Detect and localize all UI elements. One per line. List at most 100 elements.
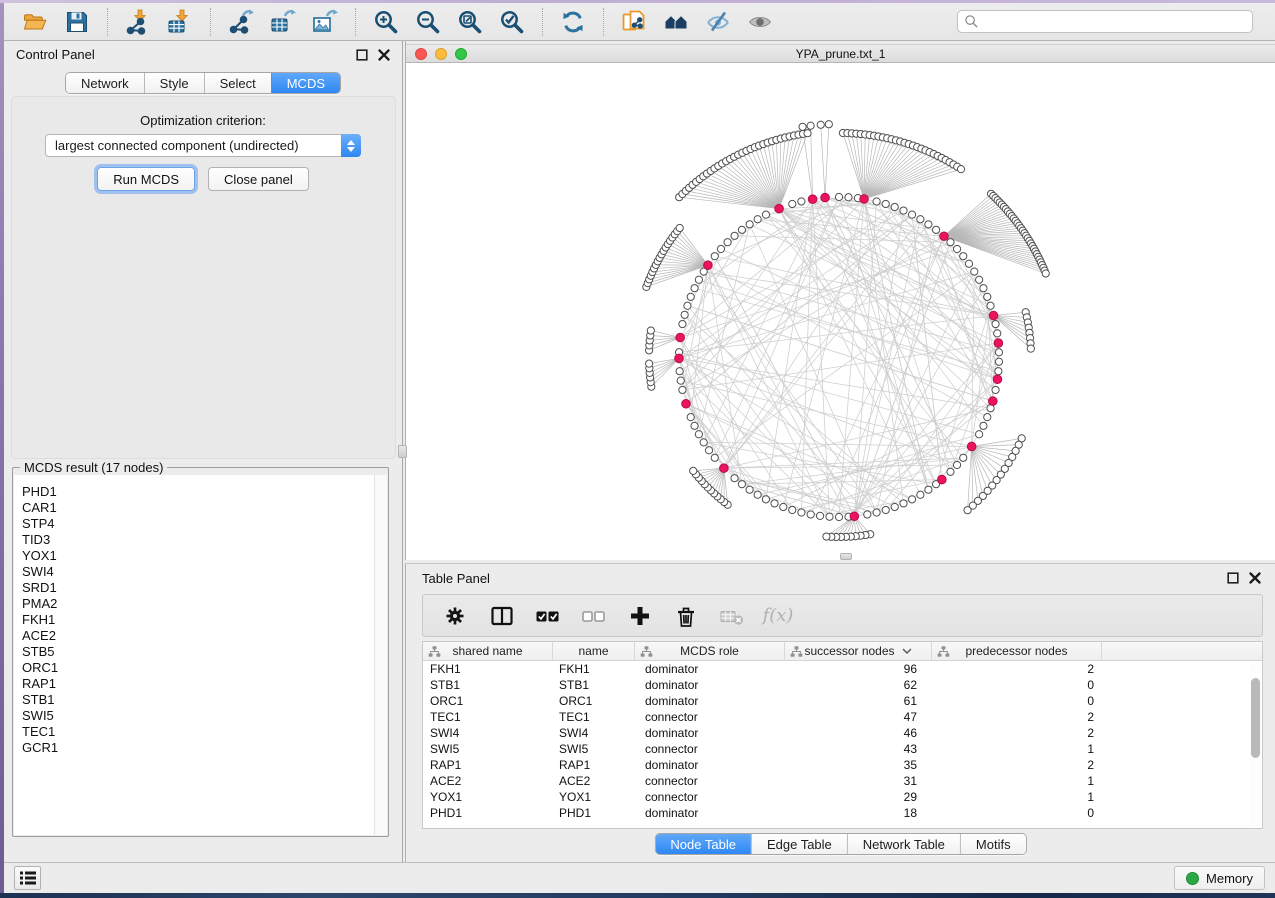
table-scrollbar-thumb[interactable] <box>1251 678 1260 758</box>
window-maximize-light[interactable] <box>455 48 467 60</box>
table-row[interactable]: RAP1RAP1dominator352 <box>423 757 1262 773</box>
tab-network[interactable]: Network <box>66 73 144 93</box>
close-panel-icon[interactable] <box>377 48 390 61</box>
horizontal-splitter-grip[interactable] <box>840 553 852 560</box>
result-list-scrollbar[interactable] <box>374 475 387 835</box>
search-box[interactable] <box>957 10 1253 33</box>
open-file-button[interactable] <box>19 7 51 37</box>
mcds-result-item[interactable]: STP4 <box>14 516 387 532</box>
mcds-result-item[interactable]: TEC1 <box>14 724 387 740</box>
column-header-predecessor-nodes[interactable]: predecessor nodes <box>932 642 1102 660</box>
zoom-out-button[interactable] <box>412 7 444 37</box>
tab-mcds[interactable]: MCDS <box>271 73 340 93</box>
table-cell: 18 <box>785 805 932 821</box>
ring-node <box>925 221 932 228</box>
mcds-result-item[interactable]: CAR1 <box>14 500 387 516</box>
duplicate-network-button[interactable] <box>618 7 650 37</box>
mcds-hub-node <box>704 261 713 270</box>
table-cell: connector <box>635 709 785 725</box>
mcds-result-item[interactable]: STB5 <box>14 644 387 660</box>
column-visibility-button[interactable] <box>485 599 519 633</box>
table-row[interactable]: STB1STB1dominator620 <box>423 677 1262 693</box>
ring-node <box>738 226 745 233</box>
ring-node <box>789 506 796 513</box>
tab-network-table[interactable]: Network Table <box>847 834 960 854</box>
column-header-successor-nodes[interactable]: successor nodes <box>785 642 932 660</box>
delete-column-button[interactable] <box>669 599 703 633</box>
column-header-MCDS-role[interactable]: MCDS role <box>635 642 785 660</box>
criterion-selected-value: largest connected component (undirected) <box>46 138 341 153</box>
create-column-button[interactable] <box>623 599 657 633</box>
table-scrollbar[interactable] <box>1250 662 1261 826</box>
window-close-light[interactable] <box>415 48 427 60</box>
table-mode-gear-button[interactable] <box>439 599 473 633</box>
table-row[interactable]: TEC1TEC1connector472 <box>423 709 1262 725</box>
table-row[interactable]: FKH1FKH1dominator962 <box>423 661 1262 677</box>
mcds-result-item[interactable]: ORC1 <box>14 660 387 676</box>
export-network-button[interactable] <box>225 7 257 37</box>
task-history-button[interactable] <box>14 866 41 890</box>
zoom-selected-button[interactable] <box>496 7 528 37</box>
column-header-name[interactable]: name <box>553 642 635 660</box>
mcds-result-item[interactable]: TID3 <box>14 532 387 548</box>
search-input[interactable] <box>984 15 1246 29</box>
first-neighbors-button[interactable] <box>660 7 692 37</box>
memory-button[interactable]: Memory <box>1174 866 1265 890</box>
close-table-panel-icon[interactable] <box>1248 572 1261 585</box>
mcds-result-item[interactable]: SWI4 <box>14 564 387 580</box>
float-table-panel-icon[interactable] <box>1226 572 1239 585</box>
zoom-in-button[interactable] <box>370 7 402 37</box>
save-session-button[interactable] <box>61 7 93 37</box>
ring-node <box>684 302 691 309</box>
mcds-result-item[interactable]: RAP1 <box>14 676 387 692</box>
tab-style[interactable]: Style <box>144 73 204 93</box>
tab-node-table[interactable]: Node Table <box>655 834 751 854</box>
tab-motifs[interactable]: Motifs <box>960 834 1026 854</box>
network-view-titlebar[interactable]: YPA_prune.txt_1 <box>406 44 1275 63</box>
mcds-result-group-title: MCDS result (17 nodes) <box>20 460 167 475</box>
table-row[interactable]: ORC1ORC1dominator610 <box>423 693 1262 709</box>
network-canvas[interactable] <box>406 63 1275 560</box>
delete-column-icon <box>674 604 698 628</box>
import-table-button[interactable] <box>164 7 196 37</box>
mcds-result-item[interactable]: SRD1 <box>14 580 387 596</box>
mcds-result-item[interactable]: PMA2 <box>14 596 387 612</box>
show-all-button[interactable] <box>744 7 776 37</box>
table-row[interactable]: YOX1YOX1connector291 <box>423 789 1262 805</box>
mcds-result-item[interactable]: GCR1 <box>14 740 387 756</box>
column-header-shared-name[interactable]: shared name <box>423 642 553 660</box>
close-panel-button[interactable]: Close panel <box>208 167 309 191</box>
mcds-result-item[interactable]: STB1 <box>14 692 387 708</box>
deselect-all-columns-button[interactable] <box>577 599 611 633</box>
apply-layout-button[interactable] <box>557 7 589 37</box>
select-all-columns-button[interactable] <box>531 599 565 633</box>
hide-selected-button[interactable] <box>702 7 734 37</box>
import-network-button[interactable] <box>122 7 154 37</box>
table-row[interactable]: PHD1PHD1dominator180 <box>423 805 1262 821</box>
window-minimize-light[interactable] <box>435 48 447 60</box>
network-graph[interactable] <box>406 63 1275 560</box>
tab-select[interactable]: Select <box>204 73 271 93</box>
table-cell: ORC1 <box>553 693 635 709</box>
float-panel-icon[interactable] <box>355 48 368 61</box>
zoom-fit-button[interactable] <box>454 7 486 37</box>
table-cell: RAP1 <box>423 757 553 773</box>
table-row[interactable]: ACE2ACE2connector311 <box>423 773 1262 789</box>
mcds-result-item[interactable]: PHD1 <box>14 484 387 500</box>
table-row[interactable]: SWI5SWI5connector431 <box>423 741 1262 757</box>
export-table-button[interactable] <box>267 7 299 37</box>
table-cell: connector <box>635 789 785 805</box>
mcds-result-list[interactable]: PHD1CAR1STP4TID3YOX1SWI4SRD1PMA2FKH1ACE2… <box>14 475 387 835</box>
mcds-result-item[interactable]: SWI5 <box>14 708 387 724</box>
optimization-criterion-select[interactable]: largest connected component (undirected) <box>45 134 361 157</box>
export-image-button[interactable] <box>309 7 341 37</box>
table-row[interactable]: SWI4SWI4dominator462 <box>423 725 1262 741</box>
mcds-result-item[interactable]: ACE2 <box>14 628 387 644</box>
mcds-result-item[interactable]: FKH1 <box>14 612 387 628</box>
run-mcds-button[interactable]: Run MCDS <box>97 167 195 191</box>
mcds-result-item[interactable]: YOX1 <box>14 548 387 564</box>
vertical-splitter-grip[interactable] <box>398 445 407 458</box>
table-cell: dominator <box>635 693 785 709</box>
ring-node <box>789 200 796 207</box>
tab-edge-table[interactable]: Edge Table <box>751 834 847 854</box>
